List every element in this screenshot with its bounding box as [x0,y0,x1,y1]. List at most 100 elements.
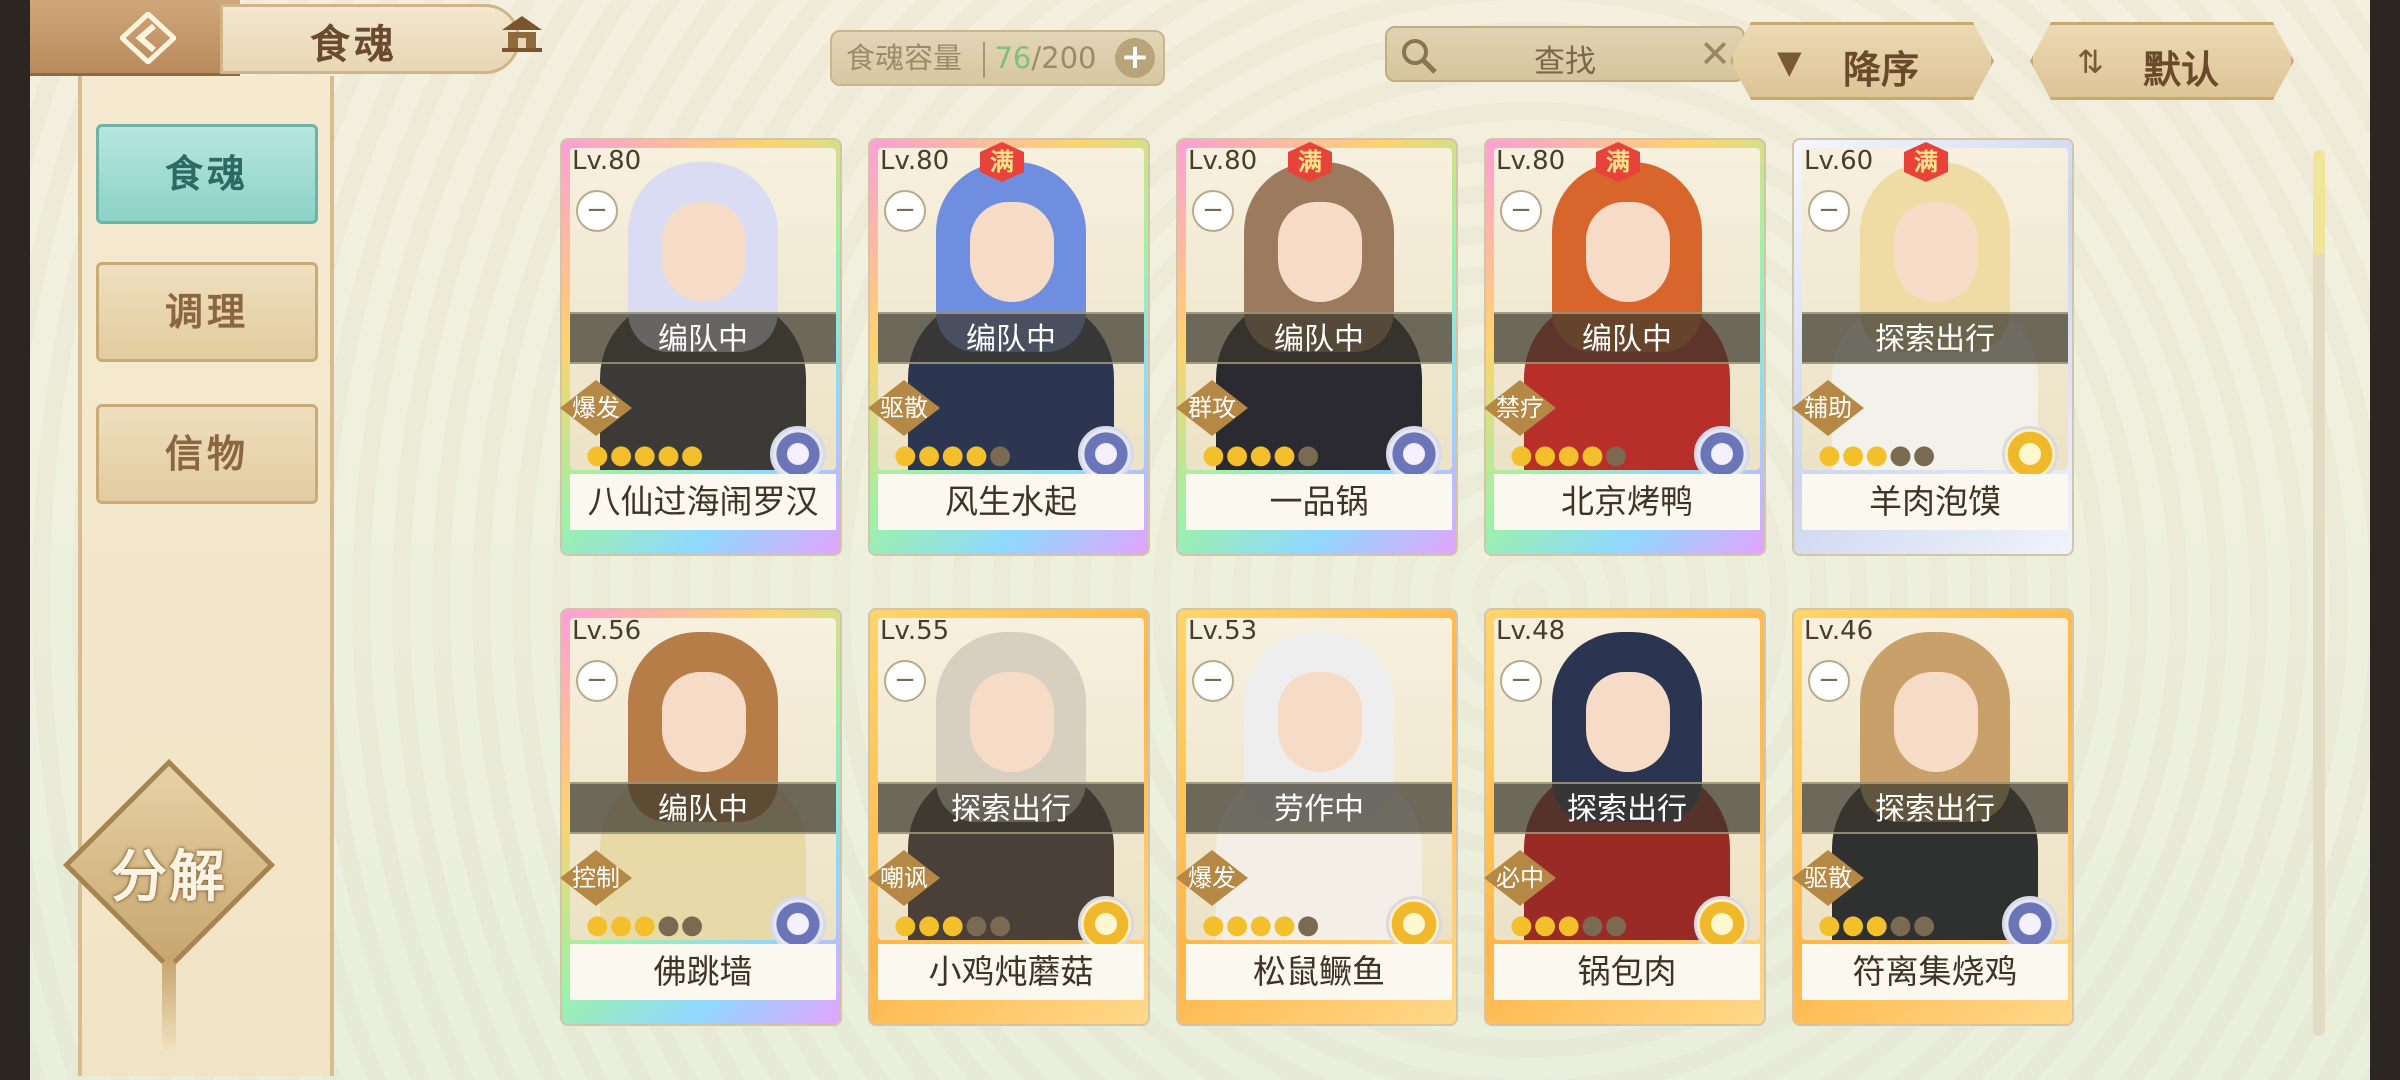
flame-filled-icon: ● [1841,440,1866,470]
home-icon[interactable] [500,14,544,58]
food-soul-name: 小鸡炖蘑菇 [878,944,1144,1000]
flame-filled-icon: ● [657,440,681,470]
tassel-ornament [162,960,176,1050]
flame-filled-icon: ● [1510,440,1534,470]
food-soul-card[interactable]: Lv.80 满 − 编队中 禁疗 ●●●●● 北京烤鸭 [1484,138,1766,556]
food-soul-card[interactable]: Lv.80 − 编队中 爆发 ●●●●● 八仙过海闹罗汉 [560,138,842,556]
scroll-thumb[interactable] [2313,150,2325,255]
flame-filled-icon: ● [1202,910,1226,940]
food-soul-card[interactable]: Lv.46 − 探索出行 驱散 ●●●●● 符离集烧鸡 [1792,608,2074,1026]
plate-icon: − [1192,190,1234,232]
food-soul-card[interactable]: Lv.80 满 − 编队中 驱散 ●●●●● 风生水起 [868,138,1150,556]
character-face [1894,672,1978,772]
flame-filled-icon: ● [609,440,634,470]
sort-order-button[interactable]: ▼ 降序 [1730,22,1994,100]
star-flames: ●●●●● [1202,440,1320,470]
food-soul-card[interactable]: Lv.60 满 − 探索出行 辅助 ●●●●● 羊肉泡馍 [1792,138,2074,556]
search-box[interactable]: 查找 ✕ [1385,26,1745,82]
status-label: 探索出行 [1494,782,1760,834]
scrollbar[interactable] [2313,150,2325,1036]
food-soul-name: 佛跳墙 [570,944,836,1000]
food-soul-card[interactable]: Lv.56 − 编队中 控制 ●●●●● 佛跳墙 [560,608,842,1026]
status-label: 编队中 [878,312,1144,364]
flame-filled-icon: ● [894,440,918,470]
level-label: Lv.48 [1496,616,1566,646]
plate-icon: − [1808,660,1850,702]
character-face [970,672,1054,772]
status-label: 探索出行 [1802,312,2068,364]
flame-filled-icon: ● [586,910,610,940]
search-clear-icon[interactable]: ✕ [1699,32,1731,76]
flame-filled-icon: ● [965,440,989,470]
status-label: 劳作中 [1186,782,1452,834]
status-label: 编队中 [570,782,836,834]
star-flames: ●●●●● [586,440,704,470]
flame-filled-icon: ● [633,910,658,940]
level-label: Lv.46 [1804,616,1874,646]
status-label: 探索出行 [878,782,1144,834]
decompose-label[interactable]: 分解 [78,832,260,913]
flame-empty-icon: ● [1604,910,1629,940]
flame-filled-icon: ● [1557,440,1582,470]
food-soul-card[interactable]: Lv.53 − 劳作中 爆发 ●●●●● 松鼠鳜鱼 [1176,608,1458,1026]
character-face [662,202,746,302]
level-label: Lv.60 [1804,146,1874,176]
flame-empty-icon: ● [1912,910,1937,940]
flame-filled-icon: ● [1841,910,1866,940]
level-label: Lv.80 [880,146,950,176]
plate-icon: − [1192,660,1234,702]
food-soul-name: 八仙过海闹罗汉 [570,474,836,530]
flame-empty-icon: ● [657,910,681,940]
star-flames: ●●●●● [1818,910,1936,940]
flame-filled-icon: ● [1225,910,1250,940]
capacity-max: /200 [1031,41,1097,75]
plate-icon: − [1808,190,1850,232]
food-soul-card[interactable]: Lv.55 − 探索出行 嘲讽 ●●●●● 小鸡炖蘑菇 [868,608,1150,1026]
level-label: Lv.80 [1188,146,1258,176]
flame-filled-icon: ● [941,440,966,470]
flame-filled-icon: ● [1533,440,1558,470]
flame-filled-icon: ● [941,910,966,940]
flame-filled-icon: ● [1557,910,1582,940]
status-label: 编队中 [570,312,836,364]
flame-filled-icon: ● [1865,440,1890,470]
back-arrow-icon [120,12,176,64]
sort-mode-button[interactable]: ⇅ 默认 [2030,22,2294,100]
screen-edge-left [0,0,30,1080]
character-face [1278,672,1362,772]
capacity-add-button[interactable]: + [1115,38,1155,78]
tab-cooking[interactable]: 调理 [96,262,318,362]
character-face [1586,202,1670,302]
flame-filled-icon: ● [633,440,658,470]
food-soul-screen: 食魂 食魂容量 76/200 + 查找 ✕ ▼ 降序 ⇅ 默认 食魂 调理 信物… [30,0,2370,1080]
sort-order-label: 降序 [1843,48,1920,92]
back-button[interactable] [30,0,240,76]
screen-edge-right [2370,0,2400,1080]
sort-mode-label: 默认 [2143,48,2220,92]
level-label: Lv.80 [1496,146,1566,176]
flame-filled-icon: ● [1273,440,1297,470]
flame-empty-icon: ● [1296,440,1321,470]
search-input[interactable]: 查找 [1387,36,1743,81]
tab-token[interactable]: 信物 [96,404,318,504]
food-soul-name: 羊肉泡馍 [1802,474,2068,530]
flame-empty-icon: ● [1581,910,1605,940]
tab-food-soul[interactable]: 食魂 [96,124,318,224]
flame-empty-icon: ● [988,910,1013,940]
flame-filled-icon: ● [1225,440,1250,470]
star-flames: ●●●●● [894,910,1012,940]
character-face [1894,202,1978,302]
food-soul-name: 锅包肉 [1494,944,1760,1000]
flame-empty-icon: ● [1912,440,1937,470]
food-soul-card[interactable]: Lv.80 满 − 编队中 群攻 ●●●●● 一品锅 [1176,138,1458,556]
flame-filled-icon: ● [1818,910,1842,940]
character-face [662,672,746,772]
food-soul-card[interactable]: Lv.48 − 探索出行 必中 ●●●●● 锅包肉 [1484,608,1766,1026]
food-soul-name: 北京烤鸭 [1494,474,1760,530]
page-title: 食魂 [310,22,398,68]
flame-filled-icon: ● [917,440,942,470]
top-bar: 食魂 食魂容量 76/200 + 查找 ✕ ▼ 降序 ⇅ 默认 [30,0,2370,100]
status-label: 编队中 [1494,312,1760,364]
plate-icon: − [576,190,618,232]
flame-filled-icon: ● [1249,440,1274,470]
